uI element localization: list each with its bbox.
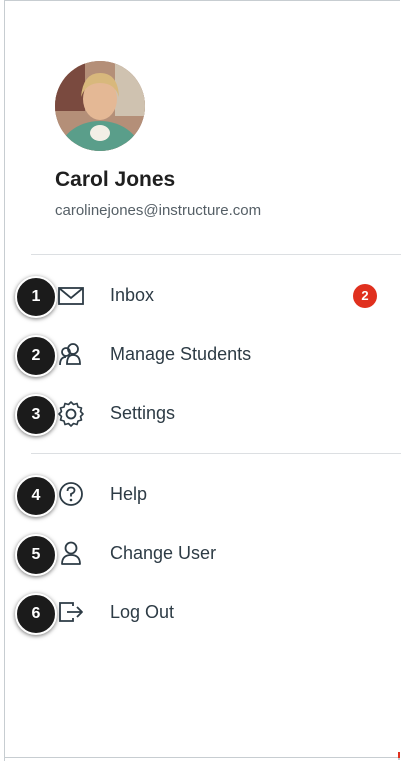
- help-icon: [57, 480, 85, 508]
- logout-icon: [57, 598, 85, 626]
- menu-label: Log Out: [110, 602, 175, 622]
- envelope-icon: [57, 281, 85, 309]
- menu-item-change-user[interactable]: Change User: [0, 525, 396, 581]
- menu-label: Help: [110, 484, 148, 504]
- callout-marker: 4: [15, 475, 57, 517]
- menu-label: Inbox: [110, 285, 155, 305]
- unread-badge: 2: [353, 284, 377, 308]
- drawer-right-edge: [398, 752, 400, 760]
- callout-marker: 3: [15, 394, 57, 436]
- divider: [31, 453, 401, 454]
- user-icon: [57, 539, 85, 567]
- profile-email: carolinejones@instructure.com: [55, 202, 262, 219]
- callout-marker: 5: [15, 534, 57, 576]
- avatar[interactable]: [55, 61, 145, 151]
- menu-item-manage-students[interactable]: Manage Students: [0, 326, 396, 382]
- drawer-bottom-edge: [4, 757, 400, 758]
- menu-label: Change User: [110, 543, 217, 563]
- divider: [31, 254, 401, 255]
- callout-marker: 2: [15, 335, 57, 377]
- menu-item-settings[interactable]: Settings: [0, 385, 396, 441]
- students-icon: [57, 340, 85, 368]
- menu-item-inbox[interactable]: Inbox 2: [0, 267, 396, 323]
- menu-item-log-out[interactable]: Log Out: [0, 584, 396, 640]
- callout-marker: 1: [15, 276, 57, 318]
- menu-label: Manage Students: [110, 344, 252, 364]
- callout-marker: 6: [15, 593, 57, 635]
- menu-item-help[interactable]: Help: [0, 466, 396, 522]
- gear-icon: [57, 399, 85, 427]
- menu-label: Settings: [110, 403, 176, 423]
- profile-name: Carol Jones: [55, 168, 176, 191]
